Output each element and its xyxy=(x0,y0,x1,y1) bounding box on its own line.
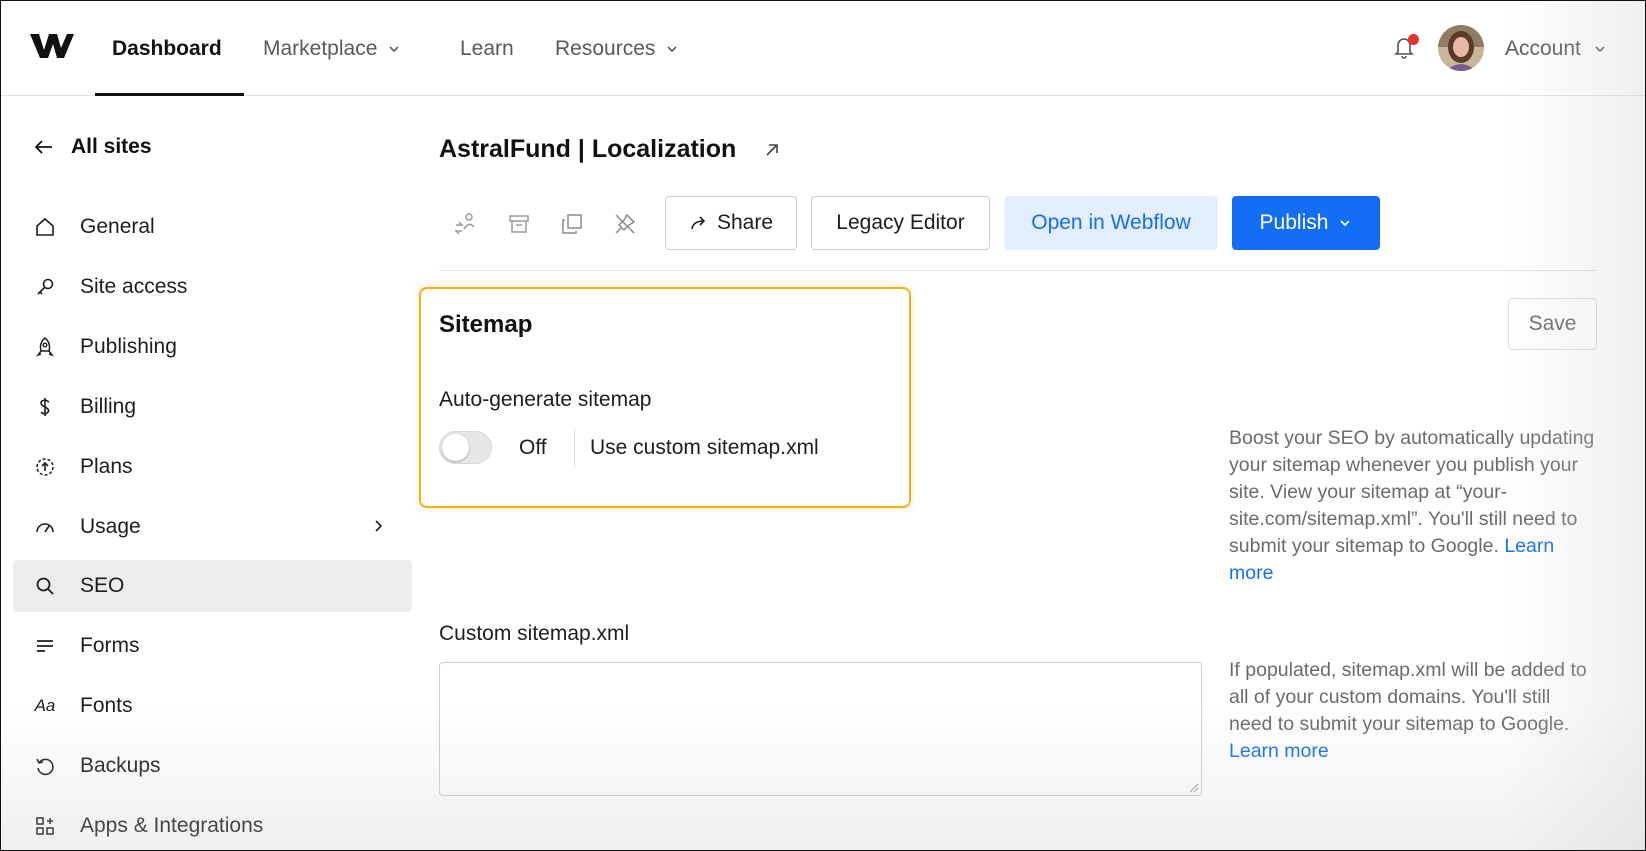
sidebar-item-label: Usage xyxy=(80,515,141,538)
all-sites-link[interactable]: All sites xyxy=(33,135,152,159)
chevron-down-icon xyxy=(1595,45,1605,52)
open-in-webflow-button[interactable]: Open in Webflow xyxy=(1004,196,1218,250)
sidebar-item-label: Fonts xyxy=(80,694,133,717)
toolbar-divider xyxy=(439,270,1597,271)
sidebar-item-plans[interactable]: Plans xyxy=(13,441,412,493)
chevron-down-icon xyxy=(1340,220,1351,227)
sidebar-item-label: Forms xyxy=(80,634,140,657)
account-menu[interactable]: Account xyxy=(1505,1,1607,96)
custom-sitemap-help-text: If populated, sitemap.xml will be added … xyxy=(1229,657,1599,765)
sidebar-item-label: SEO xyxy=(80,574,125,597)
notification-badge xyxy=(1408,34,1419,45)
sidebar-item-usage[interactable]: Usage xyxy=(13,501,412,553)
sidebar-item-general[interactable]: General xyxy=(13,201,412,253)
sidebar-item-backups[interactable]: Backups xyxy=(13,740,412,792)
archive-icon[interactable] xyxy=(506,211,532,237)
sidebar-item-label: Backups xyxy=(80,754,161,777)
sidebar-item-label: Billing xyxy=(80,395,137,418)
nav-dashboard-label: Dashboard xyxy=(112,36,222,60)
sidebar-item-label: Apps & Integrations xyxy=(80,814,264,837)
publish-button[interactable]: Publish xyxy=(1232,196,1380,250)
custom-sitemap-label: Custom sitemap.xml xyxy=(439,622,630,645)
key-icon xyxy=(33,275,57,299)
webflow-logo-icon[interactable] xyxy=(30,31,74,61)
all-sites-label: All sites xyxy=(71,135,152,158)
nav-learn[interactable]: Learn xyxy=(460,1,514,96)
legacy-editor-label: Legacy Editor xyxy=(836,211,965,234)
use-custom-sitemap-link[interactable]: Use custom sitemap.xml xyxy=(590,436,819,460)
sidebar-item-seo[interactable]: SEO xyxy=(13,560,412,612)
nav-resources[interactable]: Resources xyxy=(555,1,679,96)
nav-marketplace[interactable]: Marketplace xyxy=(263,1,401,96)
chevron-down-icon xyxy=(389,45,399,52)
sidebar-item-fonts[interactable]: Aa Fonts xyxy=(13,680,412,732)
duplicate-icon[interactable] xyxy=(559,211,585,237)
external-link-icon[interactable] xyxy=(762,140,782,160)
nav-marketplace-label: Marketplace xyxy=(263,36,378,60)
avatar[interactable] xyxy=(1438,25,1484,71)
resize-handle-icon[interactable] xyxy=(1189,783,1199,793)
vertical-divider xyxy=(574,429,575,467)
transfer-icon[interactable] xyxy=(452,211,478,237)
account-label: Account xyxy=(1505,36,1581,60)
nav-dashboard[interactable]: Dashboard xyxy=(112,1,222,96)
nav-learn-label: Learn xyxy=(460,36,514,60)
sidebar-item-label: Site access xyxy=(80,275,188,298)
sidebar-item-publishing[interactable]: Publishing xyxy=(13,321,412,373)
toggle-state-label: Off xyxy=(519,436,547,459)
sidebar-item-forms[interactable]: Forms xyxy=(13,620,412,672)
restore-icon xyxy=(33,754,57,778)
apps-icon xyxy=(33,814,57,838)
sidebar-item-label: General xyxy=(80,215,155,238)
rocket-icon xyxy=(33,335,57,359)
nav-active-indicator xyxy=(95,93,244,96)
auto-generate-sitemap-label: Auto-generate sitemap xyxy=(439,388,652,411)
save-button[interactable]: Save xyxy=(1508,298,1597,350)
sidebar-item-apps-integrations[interactable]: Apps & Integrations xyxy=(13,800,412,850)
dollar-icon xyxy=(33,395,57,419)
arrow-left-icon xyxy=(34,140,52,154)
custom-sitemap-help-body: If populated, sitemap.xml will be added … xyxy=(1229,659,1587,735)
custom-sitemap-learn-more-link[interactable]: Learn more xyxy=(1229,740,1329,762)
chevron-down-icon xyxy=(667,45,677,52)
sidebar-item-label: Publishing xyxy=(80,335,177,358)
upgrade-icon xyxy=(33,455,57,479)
sitemap-section-title: Sitemap xyxy=(439,311,533,338)
app-window: Dashboard Marketplace Learn Resources Ac… xyxy=(0,0,1646,851)
nav-resources-label: Resources xyxy=(555,36,656,60)
fonts-icon: Aa xyxy=(34,696,56,715)
open-in-webflow-label: Open in Webflow xyxy=(1031,211,1191,234)
forms-icon xyxy=(33,634,57,658)
sitemap-help-text: Boost your SEO by automatically updating… xyxy=(1229,425,1599,587)
unpin-icon[interactable] xyxy=(612,211,638,237)
top-navigation: Dashboard Marketplace Learn Resources Ac… xyxy=(1,1,1645,96)
legacy-editor-button[interactable]: Legacy Editor xyxy=(811,196,990,250)
sidebar-item-label: Plans xyxy=(80,455,133,478)
gauge-icon xyxy=(33,515,57,539)
publish-label: Publish xyxy=(1259,211,1329,234)
sidebar-item-billing[interactable]: Billing xyxy=(13,381,412,433)
toggle-knob xyxy=(442,434,469,461)
sidebar-item-site-access[interactable]: Site access xyxy=(13,261,412,313)
search-icon xyxy=(33,574,57,598)
auto-generate-sitemap-toggle[interactable] xyxy=(439,431,492,464)
page-title: AstralFund | Localization xyxy=(439,135,737,163)
share-arrow-icon xyxy=(691,216,706,230)
custom-sitemap-textarea[interactable] xyxy=(439,662,1202,796)
home-icon xyxy=(33,215,57,239)
chevron-right-icon xyxy=(375,520,383,532)
share-label: Share xyxy=(716,211,774,234)
share-button[interactable]: Share xyxy=(665,196,797,250)
